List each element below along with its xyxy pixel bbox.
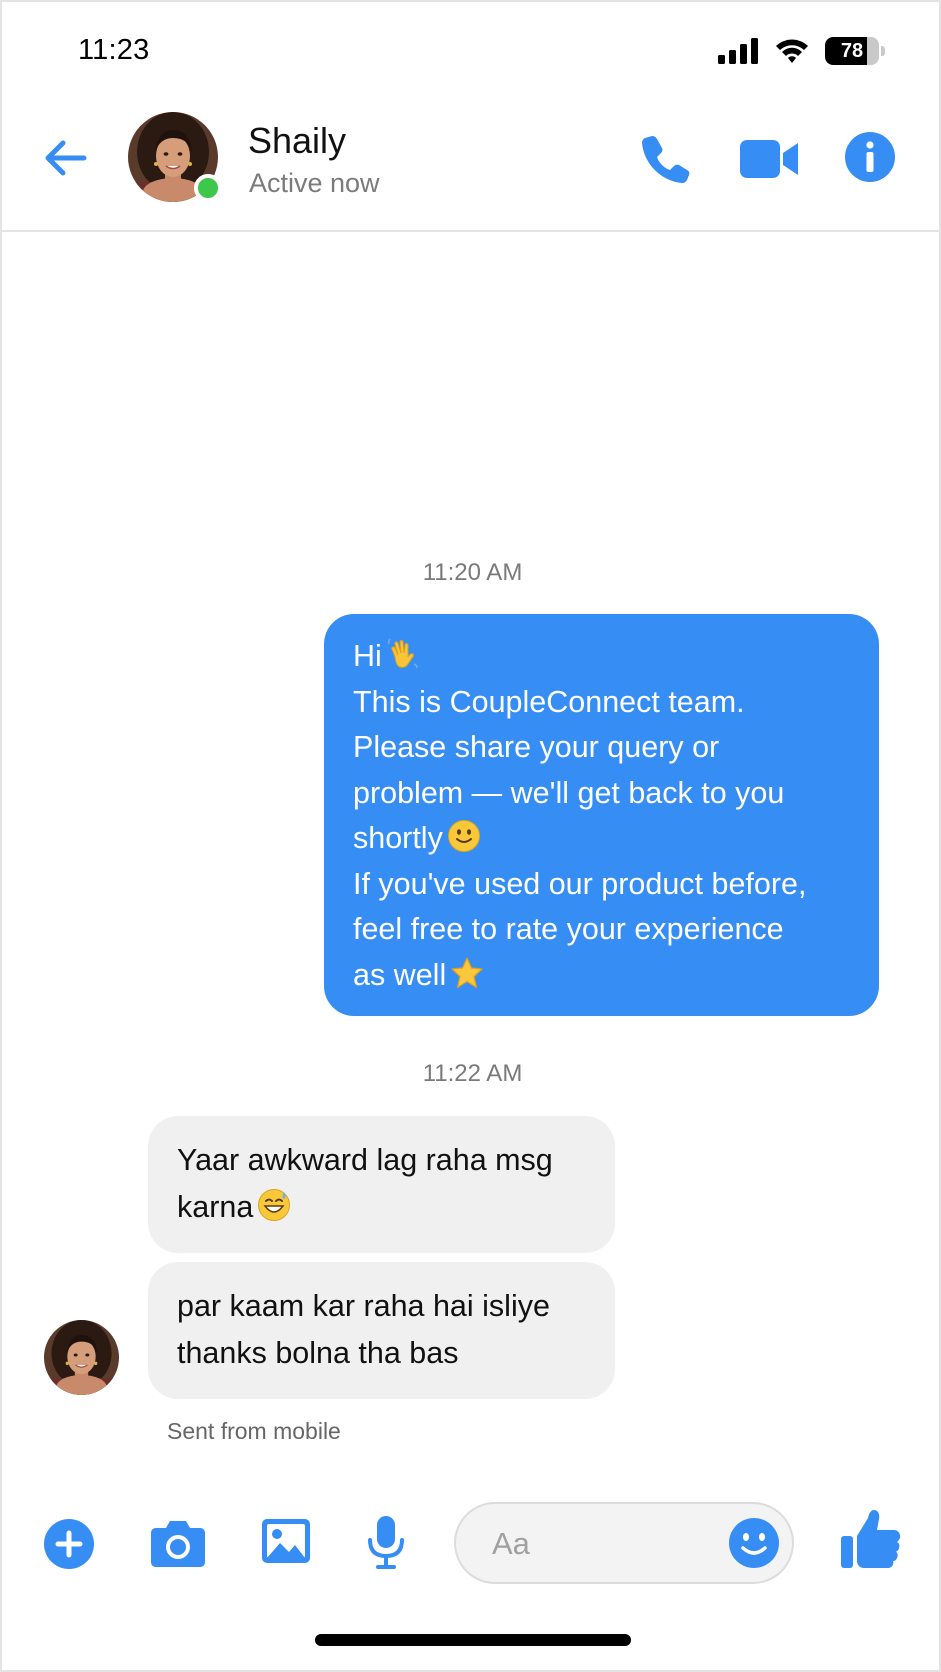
cellular-signal-icon xyxy=(718,38,758,64)
home-indicator xyxy=(315,1634,631,1646)
video-camera-icon[interactable] xyxy=(740,138,800,180)
online-status-dot xyxy=(194,174,222,202)
message-line: This is CoupleConnect team. xyxy=(353,684,745,719)
smiling-face-emoji-icon xyxy=(447,820,480,852)
contact-status: Active now xyxy=(249,168,380,198)
incoming-message[interactable]: Yaar awkward lag raha msg karna xyxy=(148,1116,615,1253)
message-line: Hi xyxy=(353,634,857,680)
message-line: shortly xyxy=(353,816,857,862)
thumbs-up-icon[interactable] xyxy=(838,1506,904,1572)
contact-name[interactable]: Shaily xyxy=(248,120,346,162)
message-line: problem — we'll get back to you xyxy=(353,775,785,810)
message-line: Yaar awkward lag raha msg xyxy=(177,1143,553,1177)
message-line: thanks bolna tha bas xyxy=(177,1336,459,1370)
message-timestamp: 11:20 AM xyxy=(422,559,523,586)
waving-hand-emoji-icon xyxy=(387,638,418,669)
chat-header: Shaily Active now xyxy=(2,102,941,232)
message-line: par kaam kar raha hai isliye xyxy=(177,1289,550,1323)
message-line: If you've used our product before, xyxy=(353,866,807,901)
emoji-icon[interactable] xyxy=(728,1517,780,1569)
status-bar: 11:23 78 xyxy=(2,2,941,102)
sent-from-note: Sent from mobile xyxy=(167,1418,341,1444)
message-line: feel free to rate your experience xyxy=(353,912,784,946)
incoming-message[interactable]: par kaam kar raha hai isliye thanks boln… xyxy=(148,1262,615,1399)
mic-icon[interactable] xyxy=(366,1514,406,1570)
phone-icon[interactable] xyxy=(638,132,692,186)
sender-avatar[interactable] xyxy=(44,1320,119,1395)
info-icon[interactable] xyxy=(844,131,896,183)
message-line: karna xyxy=(177,1184,595,1231)
wifi-icon xyxy=(776,39,808,63)
gallery-icon[interactable] xyxy=(260,1517,312,1565)
back-arrow-icon[interactable] xyxy=(40,132,92,184)
message-composer xyxy=(2,1492,941,1602)
star-emoji-icon xyxy=(451,956,483,988)
phone-screen: 11:23 78 Shaily Active now 11:20 AM Hi T… xyxy=(0,0,941,1672)
camera-icon[interactable] xyxy=(150,1518,206,1568)
plus-icon[interactable] xyxy=(43,1518,95,1570)
message-line: Please share your query or xyxy=(353,730,720,764)
message-line: as well xyxy=(353,953,857,999)
status-time: 11:23 xyxy=(78,34,150,66)
battery-level: 78 xyxy=(840,40,864,62)
battery-icon: 78 xyxy=(825,37,885,65)
message-timestamp: 11:22 AM xyxy=(422,1060,523,1087)
grinning-sweat-emoji-icon xyxy=(258,1189,291,1221)
outgoing-message[interactable]: Hi This is CoupleConnect team. Please sh… xyxy=(324,614,879,1016)
message-input-box[interactable] xyxy=(454,1502,794,1584)
message-input[interactable] xyxy=(492,1522,722,1566)
